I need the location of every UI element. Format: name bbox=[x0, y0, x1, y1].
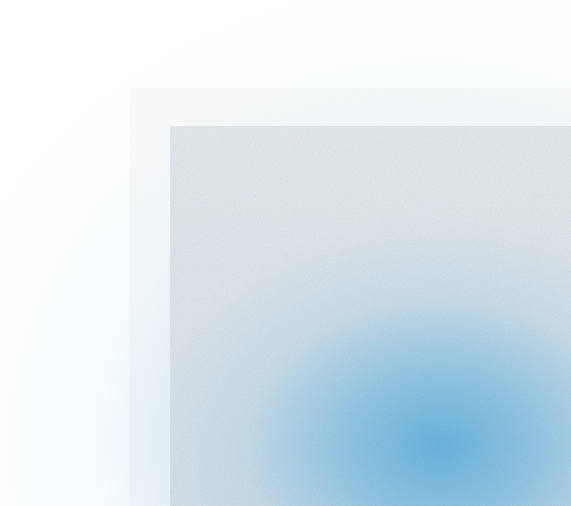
grainy-gradient-panel bbox=[170, 126, 571, 506]
gradient-background bbox=[0, 0, 571, 506]
